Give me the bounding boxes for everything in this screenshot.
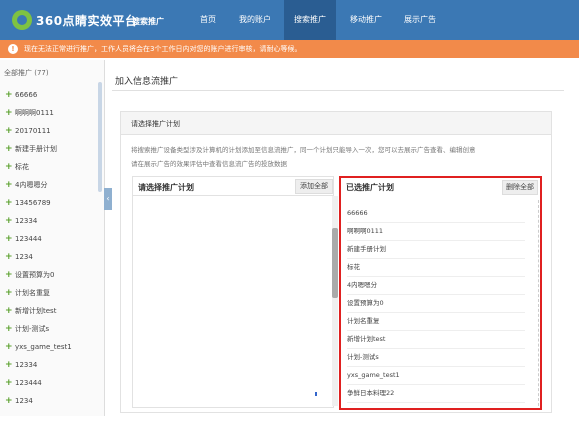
panel-description-note: 请在展示广告的效果评估中查看信息流广告的投放数据 (131, 160, 287, 168)
sidebar-item-label: 1234 (15, 397, 33, 405)
selected-plans-scrollbar[interactable] (538, 200, 541, 406)
selected-plan-item[interactable]: 标花 (347, 258, 525, 277)
sidebar-item-label: 20170111 (15, 127, 51, 135)
panel-header: 请选择推广计划 (121, 112, 551, 135)
plus-icon: + (5, 198, 13, 208)
selected-plans-title: 已选推广计划 (346, 183, 394, 192)
sidebar-item-label: 13456789 (15, 199, 51, 207)
sidebar-item-label: 新增计划test (15, 307, 57, 315)
sidebar-item[interactable]: +12334 (0, 212, 100, 230)
sidebar-item-label: 设置预算为0 (15, 271, 55, 279)
plus-icon: + (5, 126, 13, 136)
selected-plans-box: 已选推广计划 删除全部 66666 啊啊啊0111 新建手册计划 标花 4内嗯嗯… (339, 176, 542, 410)
selected-plan-item[interactable]: 计划名重复 (347, 312, 525, 331)
sidebar-item[interactable]: +20170111 (0, 122, 100, 140)
selected-plan-item[interactable]: 设置预算为0 (347, 294, 525, 313)
nav-home[interactable]: 首页 (190, 0, 226, 40)
sidebar-item[interactable]: +12334 (0, 356, 100, 374)
plus-icon: + (5, 234, 13, 244)
selected-plan-item[interactable]: 4内嗯嗯分 (347, 276, 525, 295)
sidebar-item-label: 新建手册计划 (15, 145, 57, 153)
available-plans-title: 请选择推广计划 (138, 183, 194, 192)
sidebar-item[interactable]: +123444 (0, 230, 100, 248)
available-plans-scrollbar-thumb[interactable] (332, 228, 338, 298)
sidebar-item[interactable]: +4内嗯嗯分 (0, 176, 100, 194)
plus-icon: + (5, 144, 13, 154)
sidebar-item-label: 1234 (15, 253, 33, 261)
page-title: 加入信息流推广 (115, 77, 179, 87)
sidebar-item-label: 计划名重复 (15, 289, 50, 297)
chevron-left-icon: ‹ (106, 194, 110, 203)
product-name: 搜索推广 (132, 17, 164, 26)
sidebar-item-label: 66666 (15, 91, 38, 99)
selected-plan-item[interactable]: 66666 (347, 204, 525, 223)
plus-icon: + (5, 324, 13, 334)
sidebar-item[interactable]: +13456789 (0, 194, 100, 212)
plus-icon: + (5, 378, 13, 388)
sidebar-item-label: 计划-测试s (15, 325, 50, 333)
nav-search-promotion[interactable]: 搜索推广 (284, 0, 336, 40)
sidebar-item-label: 啊啊啊0111 (15, 109, 54, 117)
logo-icon (12, 10, 32, 30)
sidebar-item[interactable]: + 计划名重复 (0, 284, 100, 302)
nav-mobile-promotion[interactable]: 移动推广 (342, 0, 390, 40)
plus-icon: + (5, 288, 13, 298)
available-plans-header: 请选择推广计划 添加全部 (133, 177, 333, 196)
scroll-marker (315, 392, 317, 396)
warning-banner: ! 现在无法正常进行推广，工作人员将会在3个工作日内对您的账户进行审核，请耐心等… (0, 40, 579, 58)
sidebar-item-label: 123444 (15, 379, 42, 387)
divider (112, 90, 564, 91)
plus-icon: + (5, 342, 13, 352)
nav-display-ads[interactable]: 展示广告 (396, 0, 444, 40)
plus-icon: + (5, 396, 13, 406)
sidebar-item[interactable]: + 计划-测试s (0, 320, 100, 338)
sidebar-item[interactable]: +123444 (0, 374, 100, 392)
plus-icon: + (5, 360, 13, 370)
selected-plan-item[interactable]: 啊啊啊0111 (347, 222, 525, 241)
selected-plan-item[interactable]: yxs_game_test1 (347, 366, 525, 385)
sidebar: 全部推广 (77) +66666 + 啊啊啊0111 +20170111 + 新建手… (0, 60, 105, 416)
sidebar-scrollbar[interactable] (98, 82, 102, 192)
sidebar-item-label: 123444 (15, 235, 42, 243)
selected-plans-header: 已选推广计划 删除全部 (341, 178, 540, 196)
delete-all-button[interactable]: 删除全部 (502, 180, 538, 195)
sidebar-item[interactable]: + 设置预算为0 (0, 266, 100, 284)
sidebar-item[interactable]: + 标花 (0, 158, 100, 176)
plus-icon: + (5, 162, 13, 172)
banner-text: 现在无法正常进行推广，工作人员将会在3个工作日内对您的账户进行审核，请耐心等候。 (24, 45, 302, 53)
sidebar-item[interactable]: + 啊啊啊0111 (0, 104, 100, 122)
sidebar-item-label: 4内嗯嗯分 (15, 181, 48, 189)
sidebar-item[interactable]: + yxs_game_test1 (0, 338, 100, 356)
add-all-button[interactable]: 添加全部 (295, 179, 333, 194)
sidebar-item[interactable]: + 新建手册计划 (0, 140, 100, 158)
selected-plan-item[interactable]: 争鲜日本料理22 (347, 384, 525, 403)
plus-icon: + (5, 306, 13, 316)
top-navigation-bar: 360点睛实效平台 搜索推广 首页 我的账户 搜索推广 移动推广 展示广告 (0, 0, 579, 40)
plus-icon: + (5, 252, 13, 262)
plus-icon: + (5, 90, 13, 100)
sidebar-item[interactable]: +1234 (0, 248, 100, 266)
sidebar-item-label: 标花 (15, 163, 29, 171)
warning-icon: ! (8, 44, 18, 54)
sidebar-item[interactable]: +1234 (0, 392, 100, 410)
sidebar-item-label: 12334 (15, 361, 38, 369)
panel-description: 将搜索推广设备类型涉及计算机的计划添加至信息流推广，同一个计划只能导入一次，您可… (131, 146, 476, 154)
selected-plan-item[interactable]: 计划-测试s (347, 348, 525, 367)
sidebar-item-label: 12334 (15, 217, 38, 225)
plus-icon: + (5, 270, 13, 280)
selected-plan-item[interactable]: 新建手册计划 (347, 240, 525, 259)
sidebar-item-label: yxs_game_test1 (15, 343, 72, 351)
nav-my-account[interactable]: 我的账户 (232, 0, 278, 40)
plus-icon: + (5, 180, 13, 190)
plus-icon: + (5, 108, 13, 118)
collapse-sidebar-button[interactable]: ‹ (104, 188, 112, 210)
sidebar-item[interactable]: +66666 (0, 86, 100, 104)
sidebar-title[interactable]: 全部推广 (77) (4, 68, 49, 78)
panel-title: 请选择推广计划 (131, 120, 180, 128)
available-plans-box: 请选择推广计划 添加全部 (132, 176, 334, 408)
selected-plan-item[interactable]: 新增计划test (347, 330, 525, 349)
sidebar-item[interactable]: + 新增计划test (0, 302, 100, 320)
plus-icon: + (5, 216, 13, 226)
brand-name: 360点睛实效平台 (36, 14, 138, 28)
